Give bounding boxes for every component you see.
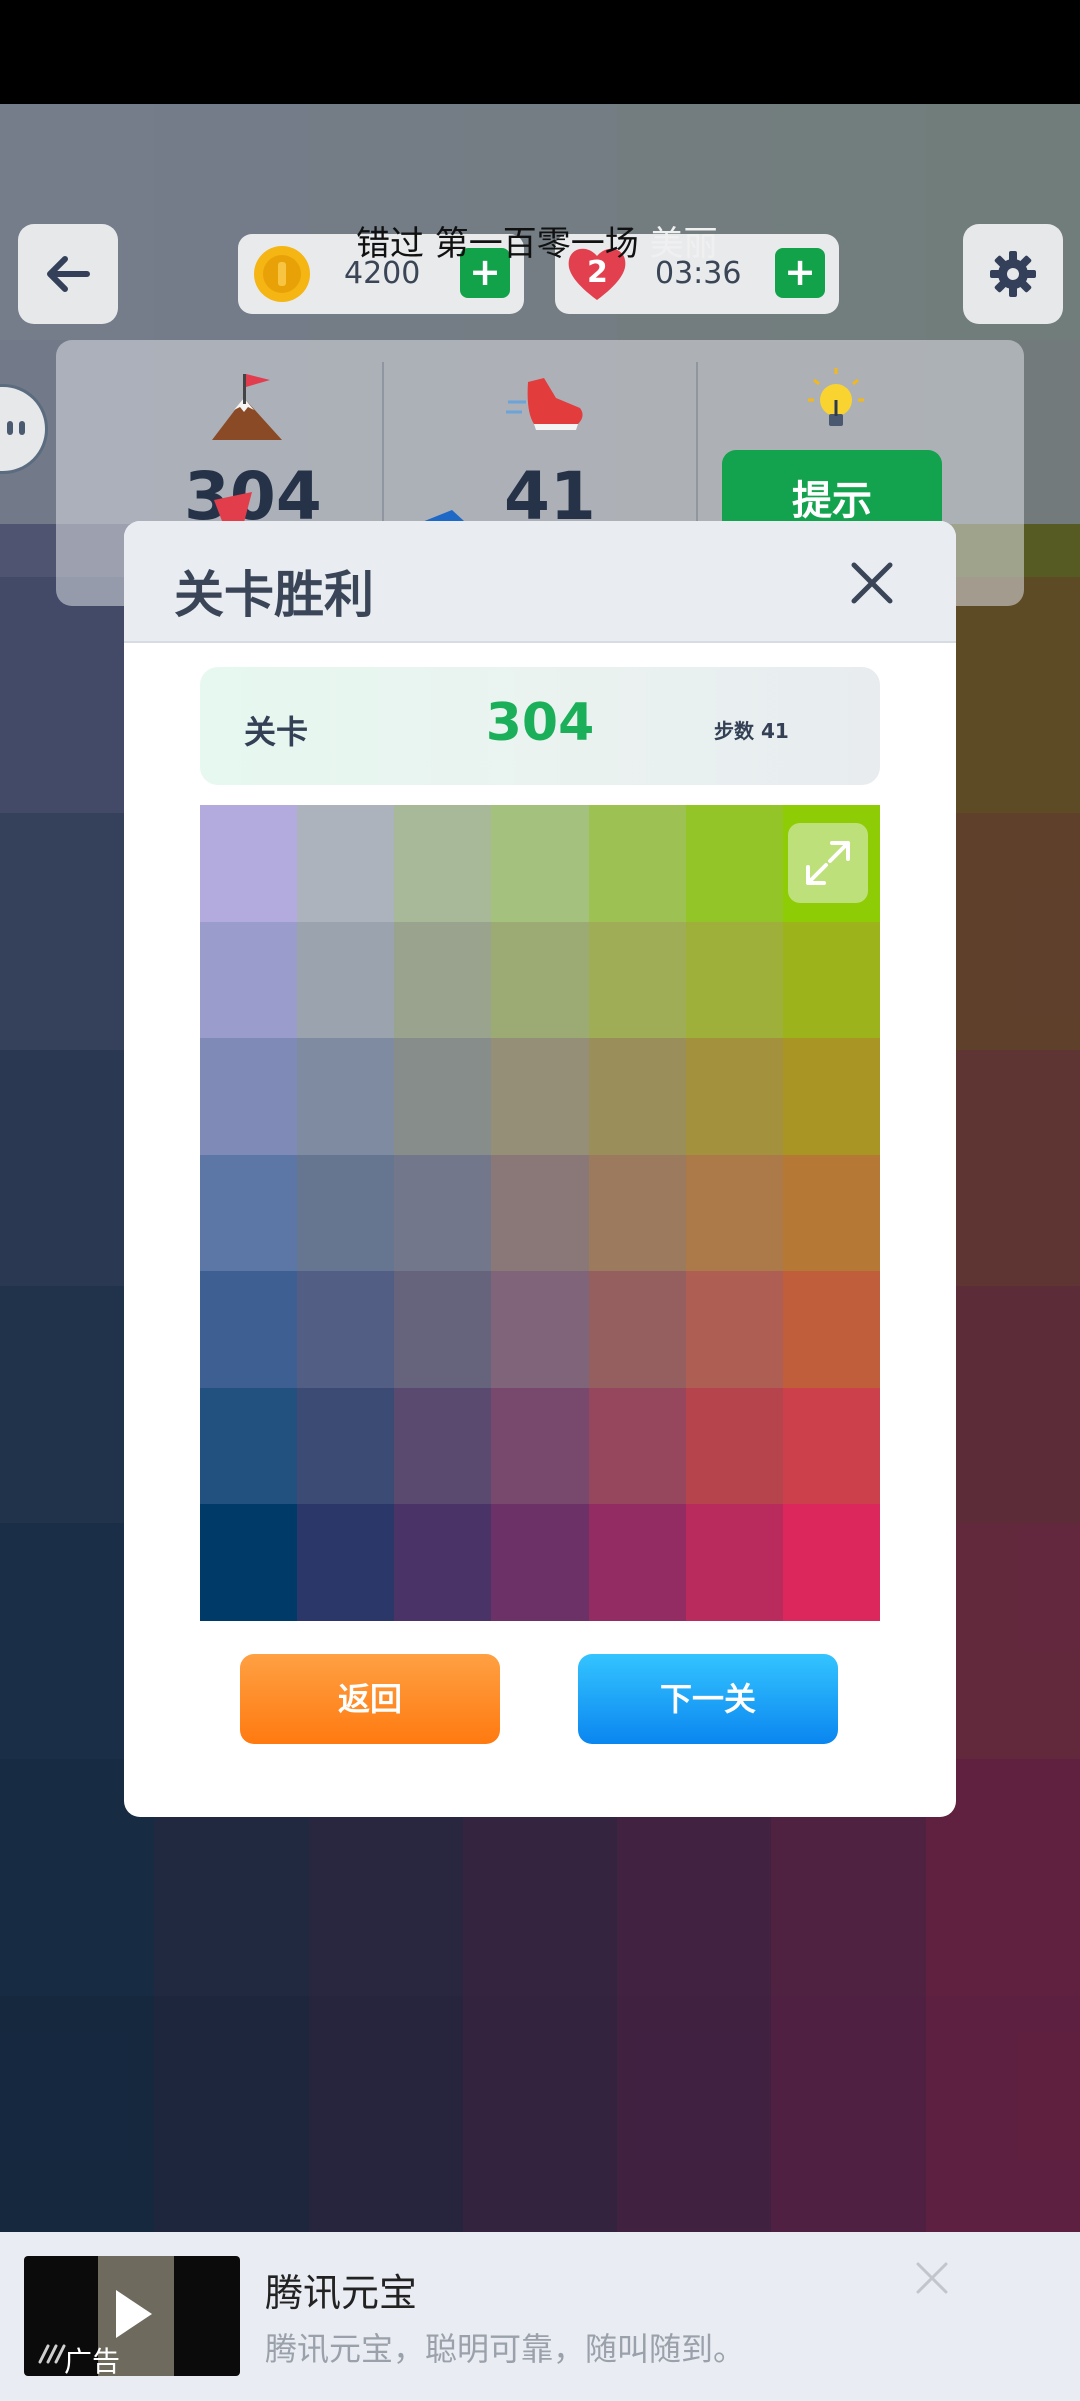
color-tile <box>394 1387 492 1505</box>
color-tile <box>588 1038 686 1155</box>
color-tile <box>200 1271 298 1388</box>
color-tile <box>297 1504 395 1621</box>
ad-title: 腾讯元宝 <box>265 2271 418 2315</box>
status-bar <box>0 0 1080 104</box>
color-tile <box>685 1154 783 1272</box>
result-steps: 步数 41 <box>714 719 789 743</box>
color-tile <box>491 1038 589 1155</box>
close-icon[interactable] <box>842 553 902 613</box>
coin-icon <box>254 246 310 302</box>
color-tile <box>782 1387 880 1505</box>
return-button[interactable]: 返回 <box>240 1654 500 1744</box>
color-tile <box>685 1504 783 1621</box>
dialog-header: 关卡胜利 <box>124 521 956 643</box>
color-tile <box>685 921 783 1039</box>
result-summary-card: 关卡 304 步数 41 <box>200 667 880 785</box>
color-tile <box>200 1504 298 1621</box>
back-button[interactable] <box>18 224 118 324</box>
color-tile <box>200 1038 298 1155</box>
danmaku-main: 错过 第一百零一场 <box>356 224 639 264</box>
mountain-flag-icon <box>212 374 282 440</box>
color-tile <box>297 1154 395 1272</box>
color-tile <box>685 1038 783 1155</box>
expand-button[interactable] <box>788 823 868 903</box>
color-tile <box>782 1038 880 1155</box>
gear-icon <box>990 251 1036 297</box>
color-tile <box>297 1387 395 1505</box>
color-tile <box>491 805 589 922</box>
color-tile <box>491 1271 589 1388</box>
color-tile <box>588 1504 686 1621</box>
color-tile <box>200 921 298 1039</box>
color-tile <box>491 1154 589 1272</box>
color-tile <box>491 921 589 1039</box>
ad-tag: 广告 <box>64 2345 121 2376</box>
play-icon <box>116 2290 152 2338</box>
color-tile <box>297 805 395 922</box>
color-tile <box>491 1504 589 1621</box>
settings-button[interactable] <box>963 224 1063 324</box>
color-tile <box>588 1154 686 1272</box>
victory-dialog: 关卡胜利 关卡 304 步数 41 返回 下一关 <box>124 521 956 1817</box>
color-tile <box>491 1387 589 1505</box>
color-tile <box>782 1504 880 1621</box>
danmaku-faded: 美丽 <box>649 224 718 264</box>
color-tile <box>297 1038 395 1155</box>
expand-icon <box>806 841 850 885</box>
color-tile <box>782 1271 880 1388</box>
color-tile <box>297 1271 395 1388</box>
color-tile <box>394 805 492 922</box>
color-tile <box>782 1154 880 1272</box>
sneaker-icon <box>506 378 583 430</box>
dialog-title: 关卡胜利 <box>174 565 374 624</box>
close-icon[interactable] <box>910 2256 954 2300</box>
ad-banner[interactable]: 广告 腾讯元宝 腾讯元宝，聪明可靠，随叫随到。 <box>0 2232 1080 2401</box>
color-tile <box>394 921 492 1039</box>
add-lives-button[interactable]: + <box>775 248 825 298</box>
color-tile <box>394 1271 492 1388</box>
completed-color-grid <box>200 805 880 1621</box>
color-tile <box>685 1387 783 1505</box>
color-tile <box>685 1271 783 1388</box>
color-tile <box>394 1038 492 1155</box>
game-header: 4200 + 2 03:36 + 错过 第一百零一场 美丽 304 41 提示 <box>0 104 1080 606</box>
color-tile <box>588 921 686 1039</box>
color-tile <box>394 1504 492 1621</box>
danmaku-text: 错过 第一百零一场 美丽 <box>356 216 718 265</box>
color-tile <box>588 1271 686 1388</box>
color-tile <box>588 1387 686 1505</box>
lightbulb-icon <box>808 368 864 426</box>
color-tile <box>685 805 783 922</box>
floating-assistant-button[interactable] <box>0 384 48 474</box>
ad-description: 腾讯元宝，聪明可靠，随叫随到。 <box>265 2330 746 2368</box>
ad-video-thumbnail[interactable]: 广告 <box>24 2256 240 2376</box>
color-tile <box>394 1154 492 1272</box>
color-tile <box>200 1387 298 1505</box>
color-tile <box>200 805 298 922</box>
next-level-button[interactable]: 下一关 <box>578 1654 838 1744</box>
color-tile <box>782 921 880 1039</box>
color-tile <box>297 921 395 1039</box>
color-tile <box>588 805 686 922</box>
hint-label: 提示 <box>792 478 872 524</box>
ad-logo-icon <box>38 2344 66 2364</box>
chat-bubble-icon <box>7 421 25 435</box>
arrow-left-icon <box>47 256 90 292</box>
color-tile <box>200 1154 298 1272</box>
